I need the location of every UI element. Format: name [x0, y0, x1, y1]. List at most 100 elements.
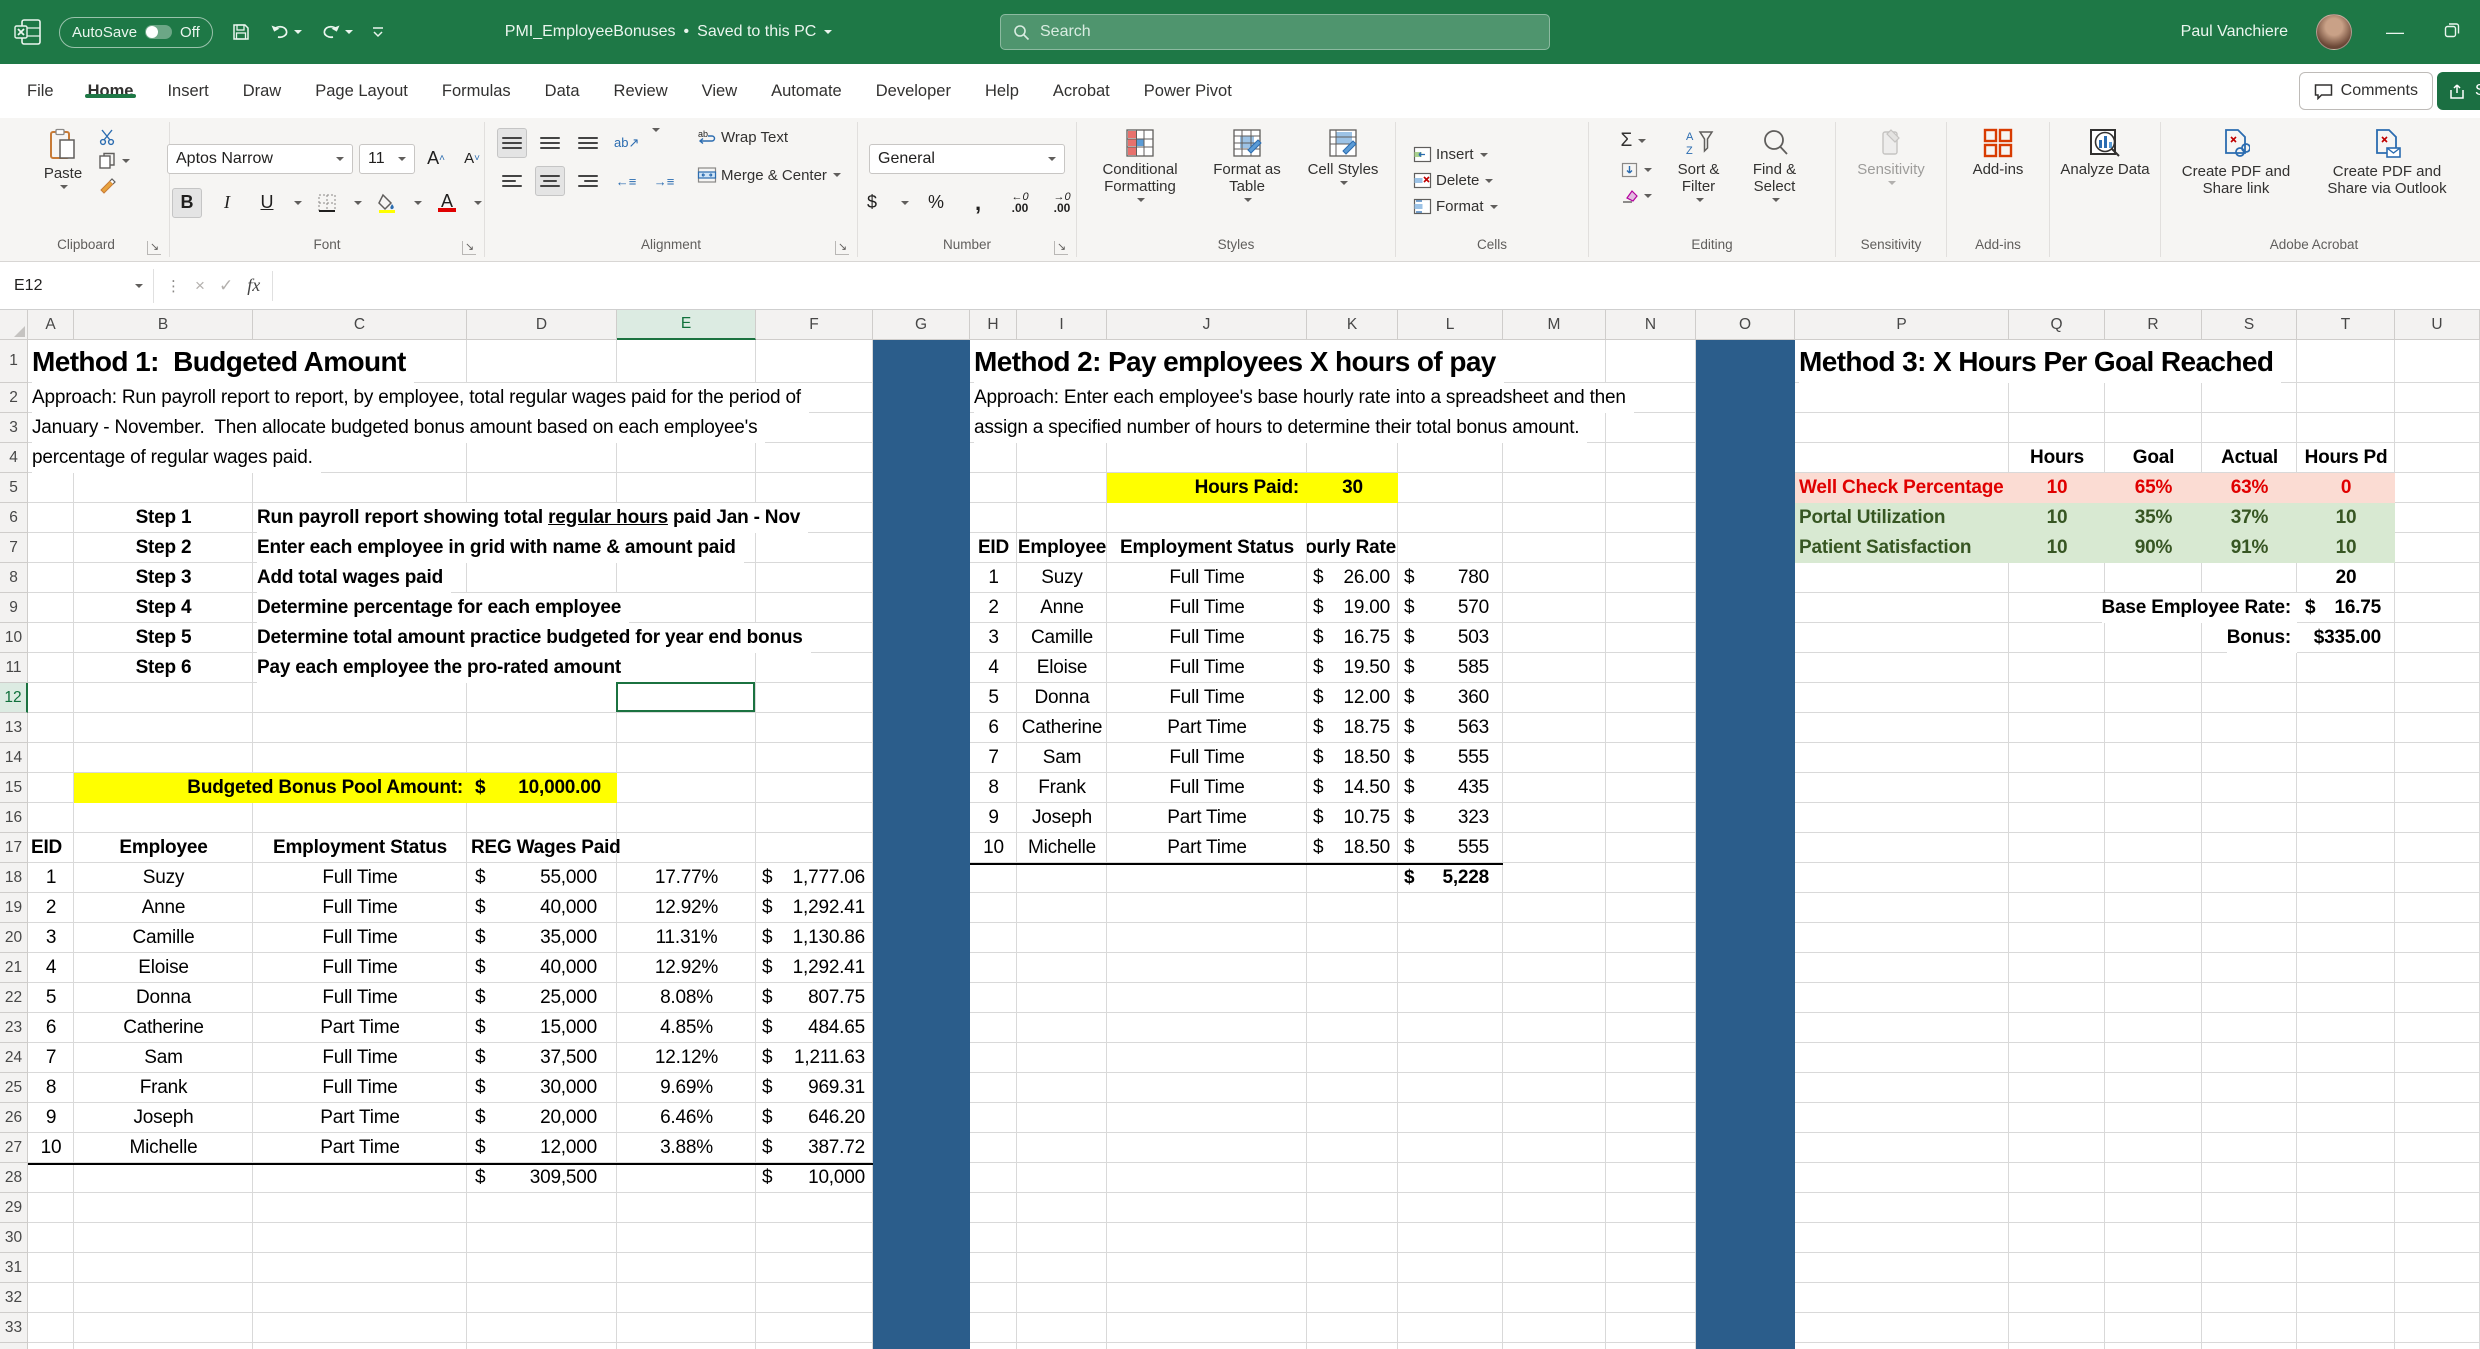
- align-left-button[interactable]: [497, 166, 527, 196]
- cell-C24[interactable]: Full Time: [253, 1043, 467, 1073]
- col-header-R[interactable]: R: [2105, 310, 2202, 340]
- col-header-O[interactable]: O: [1696, 310, 1795, 340]
- col-header-P[interactable]: P: [1795, 310, 2009, 340]
- clear-button[interactable]: [1617, 186, 1656, 206]
- cell-L17[interactable]: $555: [1398, 833, 1503, 863]
- cell-S9[interactable]: Base Employee Rate:: [2102, 593, 2297, 623]
- cell-H2[interactable]: Approach: Enter each employee's base hou…: [974, 383, 1634, 413]
- cell-R5[interactable]: 65%: [2105, 473, 2202, 503]
- cell-B24[interactable]: Sam: [74, 1043, 253, 1073]
- italic-button[interactable]: I: [212, 188, 242, 218]
- tab-draw[interactable]: Draw: [226, 82, 299, 101]
- row-header-15[interactable]: 15: [0, 773, 28, 803]
- cell-I9[interactable]: Anne: [1017, 593, 1107, 623]
- cell-styles-button[interactable]: Cell Styles: [1301, 126, 1385, 187]
- cell-A4[interactable]: percentage of regular wages paid.: [32, 443, 321, 473]
- increase-indent-button[interactable]: →≡: [649, 166, 679, 196]
- cell-A18[interactable]: 1: [28, 863, 74, 893]
- underline-dropdown-icon[interactable]: [294, 201, 302, 205]
- cell-H13[interactable]: 6: [970, 713, 1017, 743]
- cell-S7[interactable]: 91%: [2202, 533, 2297, 563]
- decrease-decimal-button[interactable]: →0.00: [1047, 188, 1077, 218]
- cell-K17[interactable]: $18.50: [1307, 833, 1398, 863]
- col-header-J[interactable]: J: [1107, 310, 1307, 340]
- tab-developer[interactable]: Developer: [859, 82, 968, 101]
- row-header-25[interactable]: 25: [0, 1073, 28, 1103]
- create-pdf-share-link-button[interactable]: Create PDF and Share link: [2165, 126, 2307, 199]
- cell-B26[interactable]: Joseph: [74, 1103, 253, 1133]
- row-header-17[interactable]: 17: [0, 833, 28, 863]
- percent-style-button[interactable]: %: [921, 188, 951, 218]
- cell-J9[interactable]: Full Time: [1107, 593, 1307, 623]
- cell-K8[interactable]: $26.00: [1307, 563, 1398, 593]
- alignment-dialog-launcher[interactable]: ↘: [835, 241, 849, 255]
- cell-D15[interactable]: $10,000.00: [467, 773, 617, 803]
- cell-C21[interactable]: Full Time: [253, 953, 467, 983]
- cell-C27[interactable]: Part Time: [253, 1133, 467, 1163]
- cell-H15[interactable]: 8: [970, 773, 1017, 803]
- cell-H12[interactable]: 5: [970, 683, 1017, 713]
- cell-F26[interactable]: $646.20: [756, 1103, 873, 1133]
- row-header-32[interactable]: 32: [0, 1283, 28, 1313]
- row-header-11[interactable]: 11: [0, 653, 28, 683]
- name-box[interactable]: E12: [4, 269, 154, 303]
- cell-E27[interactable]: 3.88%: [617, 1133, 756, 1163]
- cell-K14[interactable]: $18.50: [1307, 743, 1398, 773]
- font-size-select[interactable]: 11: [359, 144, 415, 174]
- cell-C17[interactable]: Employment Status: [253, 833, 467, 863]
- row-header-28[interactable]: 28: [0, 1163, 28, 1193]
- cell-T8[interactable]: 20: [2297, 563, 2395, 593]
- font-name-select[interactable]: Aptos Narrow: [167, 144, 353, 174]
- font-color-dropdown-icon[interactable]: [474, 201, 482, 205]
- cell-J11[interactable]: Full Time: [1107, 653, 1307, 683]
- col-header-C[interactable]: C: [253, 310, 467, 340]
- col-header-D[interactable]: D: [467, 310, 617, 340]
- cell-E26[interactable]: 6.46%: [617, 1103, 756, 1133]
- cell-D27[interactable]: $12,000: [467, 1133, 617, 1163]
- cell-K5[interactable]: 30: [1307, 473, 1398, 503]
- cell-F23[interactable]: $484.65: [756, 1013, 873, 1043]
- cell-C8[interactable]: Add total wages paid: [257, 563, 451, 593]
- increase-decimal-button[interactable]: ←0.00: [1005, 188, 1035, 218]
- copy-button[interactable]: [94, 150, 134, 172]
- cell-Q6[interactable]: 10: [2009, 503, 2105, 533]
- cell-T9[interactable]: $16.75: [2297, 593, 2395, 623]
- cell-F21[interactable]: $1,292.41: [756, 953, 873, 983]
- cell-S5[interactable]: 63%: [2202, 473, 2297, 503]
- number-dialog-launcher[interactable]: ↘: [1054, 241, 1068, 255]
- font-dialog-launcher[interactable]: ↘: [462, 241, 476, 255]
- row-header-23[interactable]: 23: [0, 1013, 28, 1043]
- borders-dropdown-icon[interactable]: [354, 201, 362, 205]
- cell-L15[interactable]: $435: [1398, 773, 1503, 803]
- cell-B18[interactable]: Suzy: [74, 863, 253, 893]
- cell-C26[interactable]: Part Time: [253, 1103, 467, 1133]
- row-header-19[interactable]: 19: [0, 893, 28, 923]
- underline-button[interactable]: U: [252, 188, 282, 218]
- cell-I12[interactable]: Donna: [1017, 683, 1107, 713]
- tab-insert[interactable]: Insert: [150, 82, 225, 101]
- cell-D17[interactable]: REG Wages Paid: [467, 833, 617, 863]
- cell-C19[interactable]: Full Time: [253, 893, 467, 923]
- row-header-5[interactable]: 5: [0, 473, 28, 503]
- cell-H16[interactable]: 9: [970, 803, 1017, 833]
- row-header-3[interactable]: 3: [0, 413, 28, 443]
- cell-I8[interactable]: Suzy: [1017, 563, 1107, 593]
- cell-J8[interactable]: Full Time: [1107, 563, 1307, 593]
- cell-F24[interactable]: $1,211.63: [756, 1043, 873, 1073]
- cell-C25[interactable]: Full Time: [253, 1073, 467, 1103]
- cell-I11[interactable]: Eloise: [1017, 653, 1107, 683]
- cell-S4[interactable]: Actual: [2202, 443, 2297, 473]
- cell-P6[interactable]: Portal Utilization: [1795, 503, 2009, 533]
- insert-function-icon[interactable]: fx: [247, 275, 260, 296]
- cell-L14[interactable]: $555: [1398, 743, 1503, 773]
- cell-L8[interactable]: $780: [1398, 563, 1503, 593]
- cell-F22[interactable]: $807.75: [756, 983, 873, 1013]
- cell-C22[interactable]: Full Time: [253, 983, 467, 1013]
- cut-button[interactable]: [94, 126, 120, 148]
- analyze-data-button[interactable]: Analyze Data: [2054, 126, 2155, 180]
- cell-A19[interactable]: 2: [28, 893, 74, 923]
- cell-T5[interactable]: 0: [2297, 473, 2395, 503]
- cell-E24[interactable]: 12.12%: [617, 1043, 756, 1073]
- cell-I14[interactable]: Sam: [1017, 743, 1107, 773]
- fill-button[interactable]: [1617, 160, 1656, 180]
